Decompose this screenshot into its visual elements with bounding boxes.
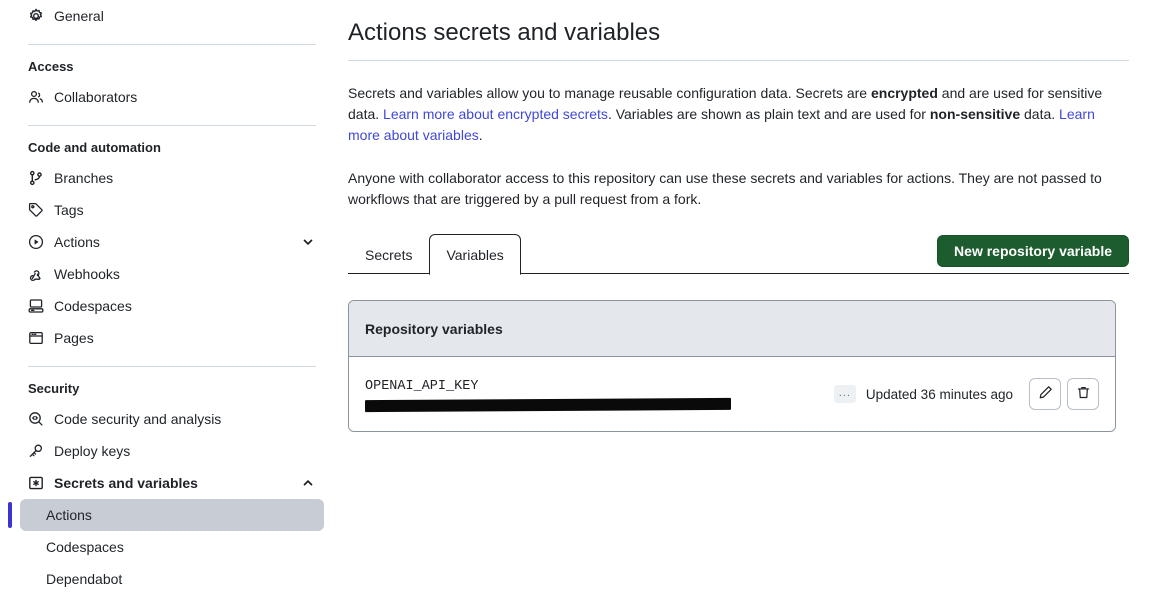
sidebar-item-label: Branches bbox=[54, 170, 114, 186]
variable-info: OPENAI_API_KEY bbox=[365, 378, 731, 412]
sidebar-item-webhooks[interactable]: Webhooks bbox=[20, 258, 324, 290]
sidebar-section-code-title: Code and automation bbox=[28, 140, 161, 155]
sidebar-item-codespaces[interactable]: Codespaces bbox=[20, 290, 324, 322]
new-repository-variable-button[interactable]: New repository variable bbox=[937, 235, 1129, 267]
pencil-icon bbox=[1038, 385, 1053, 403]
sidebar-subitem-codespaces[interactable]: Codespaces bbox=[20, 531, 324, 563]
tab-navigation: Secrets Variables New repository variabl… bbox=[348, 232, 1129, 275]
sidebar-section-security-title: Security bbox=[28, 381, 80, 396]
desc-text: Secrets and variables allow you to manag… bbox=[348, 85, 871, 101]
sidebar-item-deploy-keys[interactable]: Deploy keys bbox=[20, 435, 324, 467]
trash-icon bbox=[1076, 385, 1091, 403]
page-title: Actions secrets and variables bbox=[348, 19, 661, 46]
sidebar-item-label: General bbox=[54, 8, 104, 24]
updated-timestamp: Updated 36 minutes ago bbox=[865, 386, 1013, 402]
panel-header: Repository variables bbox=[349, 301, 1115, 357]
sidebar-section-access-title: Access bbox=[28, 59, 74, 74]
description-paragraph-1: Secrets and variables allow you to manag… bbox=[348, 83, 1118, 146]
settings-page: General Access Collaborators Code and au… bbox=[0, 0, 1153, 600]
sidebar-item-label: Collaborators bbox=[54, 89, 138, 105]
variable-name: OPENAI_API_KEY bbox=[365, 378, 479, 394]
sidebar-item-collaborators[interactable]: Collaborators bbox=[20, 81, 324, 113]
chevron-down-icon[interactable] bbox=[300, 234, 316, 250]
codespaces-icon bbox=[28, 298, 44, 314]
sidebar-item-label: Secrets and variables bbox=[54, 475, 198, 491]
code-scan-icon bbox=[28, 411, 44, 427]
main-content: Actions secrets and variables Secrets an… bbox=[340, 0, 1153, 600]
sidebar-subitem-actions[interactable]: Actions bbox=[8, 499, 324, 531]
delete-variable-button[interactable] bbox=[1067, 378, 1099, 410]
chevron-up-icon[interactable] bbox=[300, 475, 316, 491]
sidebar-subitem-label: Codespaces bbox=[46, 539, 124, 555]
play-icon bbox=[28, 234, 44, 250]
sidebar-item-code-security-and-analysis[interactable]: Code security and analysis bbox=[20, 403, 324, 435]
key-icon bbox=[28, 443, 44, 459]
tab-label: Variables bbox=[446, 247, 504, 263]
sidebar-subitem-label: Dependabot bbox=[46, 571, 123, 587]
sidebar-item-label: Webhooks bbox=[54, 266, 120, 282]
tab-label: Secrets bbox=[365, 247, 413, 263]
sidebar-item-pages[interactable]: Pages bbox=[20, 322, 324, 354]
table-row: OPENAI_API_KEY ... Updated 36 minutes ag… bbox=[349, 357, 1115, 431]
branch-icon bbox=[28, 170, 44, 186]
desc-bold-non-sensitive: non-sensitive bbox=[929, 106, 1021, 122]
sidebar-item-secrets-and-variables[interactable]: Secrets and variables bbox=[20, 467, 324, 499]
description-paragraph-2: Anyone with collaborator access to this … bbox=[348, 170, 1102, 207]
sidebar-item-label: Actions bbox=[54, 234, 100, 250]
sidebar-item-label: Codespaces bbox=[54, 298, 132, 314]
tag-icon bbox=[28, 202, 44, 218]
desc-bold-encrypted: encrypted bbox=[870, 85, 938, 101]
desc-text: data. bbox=[1020, 106, 1060, 122]
settings-sidebar: General Access Collaborators Code and au… bbox=[0, 0, 340, 600]
desc-text: . bbox=[478, 127, 483, 143]
webhook-icon bbox=[28, 266, 44, 282]
people-icon bbox=[28, 89, 44, 105]
sidebar-item-actions[interactable]: Actions bbox=[20, 226, 324, 258]
sidebar-item-label: Tags bbox=[54, 202, 84, 218]
tab-variables[interactable]: Variables bbox=[429, 234, 521, 275]
sidebar-subitem-label: Actions bbox=[46, 507, 92, 523]
asterisk-box-icon bbox=[28, 475, 44, 491]
sidebar-divider-1 bbox=[28, 44, 316, 45]
edit-variable-button[interactable] bbox=[1029, 378, 1061, 410]
variable-value-redacted bbox=[365, 397, 731, 412]
sidebar-item-label: Pages bbox=[54, 330, 94, 346]
gear-icon bbox=[28, 8, 44, 24]
browser-icon bbox=[28, 330, 44, 346]
title-divider bbox=[348, 60, 1129, 61]
sidebar-item-label: Code security and analysis bbox=[54, 411, 222, 427]
tab-secrets[interactable]: Secrets bbox=[348, 234, 429, 274]
sidebar-item-general[interactable]: General bbox=[20, 0, 324, 32]
sidebar-subitem-dependabot[interactable]: Dependabot bbox=[20, 563, 324, 595]
sidebar-item-tags[interactable]: Tags bbox=[20, 194, 324, 226]
truncation-indicator: ... bbox=[833, 385, 856, 403]
sidebar-divider-2 bbox=[28, 125, 316, 126]
sidebar-divider-3 bbox=[28, 366, 316, 367]
desc-text: . Variables are shown as plain text and … bbox=[607, 106, 930, 122]
repository-variables-panel: Repository variables OPENAI_API_KEY ... … bbox=[348, 300, 1116, 432]
link-encrypted-secrets[interactable]: Learn more about encrypted secrets bbox=[383, 106, 608, 122]
sidebar-item-branches[interactable]: Branches bbox=[20, 162, 324, 194]
sidebar-item-label: Deploy keys bbox=[54, 443, 131, 459]
